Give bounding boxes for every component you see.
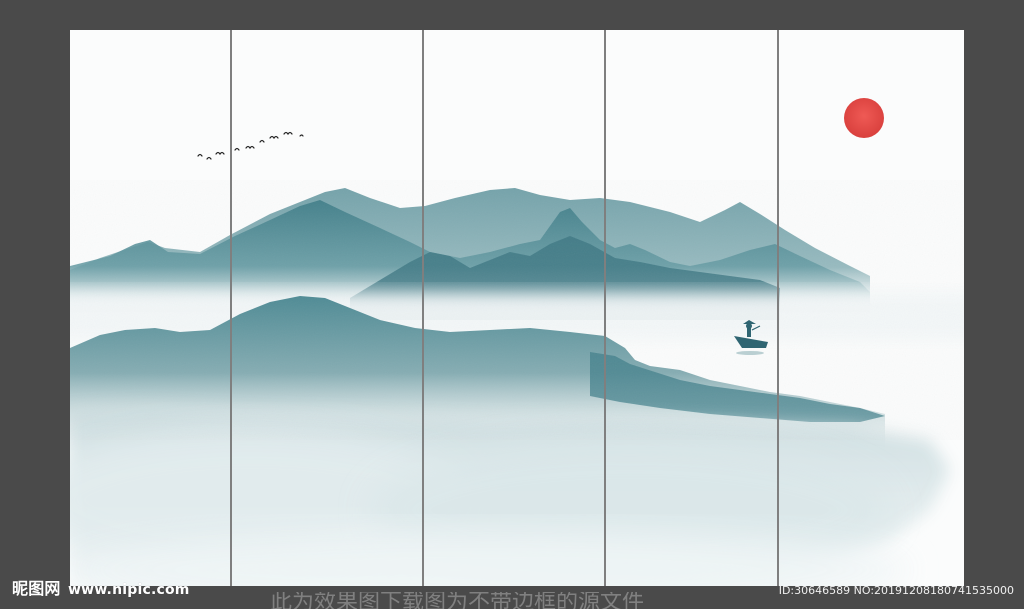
site-url: www.nipic.com	[68, 582, 190, 598]
site-brand: 昵图网	[12, 579, 61, 598]
site-watermark: 昵图网 www.nipic.com	[12, 575, 190, 599]
image-id-watermark: ID:30646589 NO:20191208180741535000	[778, 584, 1014, 597]
ink-landscape-artwork	[70, 30, 964, 586]
image-stage: 昵图网 www.nipic.com ID:30646589 NO:2019120…	[0, 0, 1024, 609]
landscape-svg	[70, 30, 964, 586]
bottom-caption: 此为效果图下载图为不带边框的源文件	[270, 592, 645, 609]
ink-grain	[70, 180, 964, 440]
sun-icon	[844, 98, 884, 138]
